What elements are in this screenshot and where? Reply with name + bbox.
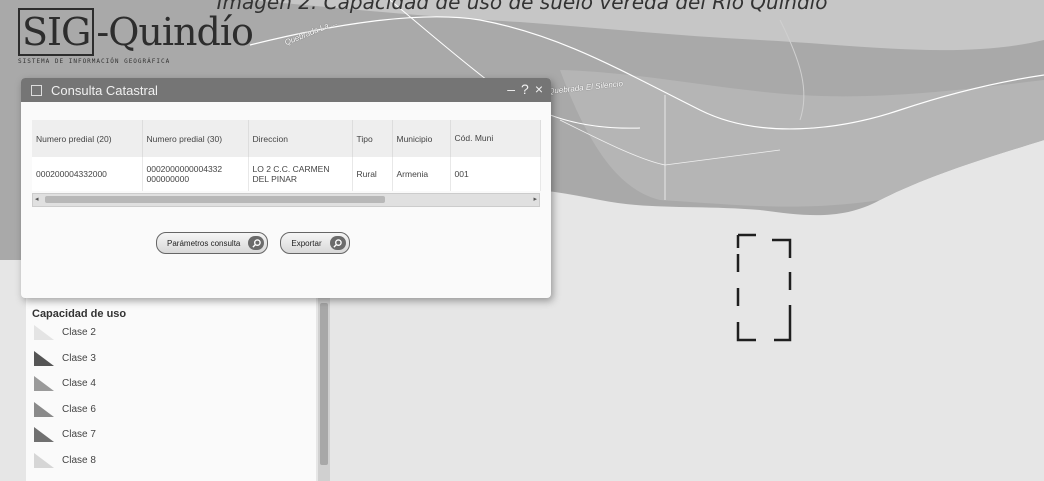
dialog-buttons: Parámetros consulta Exportar: [156, 232, 350, 254]
cell-line: 0002000000004332: [146, 164, 223, 174]
swatch-shape: [34, 350, 54, 366]
legend-item[interactable]: Clase 4: [34, 371, 316, 397]
legend-swatch-icon: [34, 401, 54, 417]
parametros-consulta-button[interactable]: Parámetros consulta: [156, 232, 269, 254]
legend-label: Clase 8: [62, 454, 96, 466]
cell-cod-muni: 001: [450, 157, 541, 191]
legend-label: Clase 4: [62, 378, 96, 390]
legend-label: Clase 6: [62, 403, 96, 415]
cell-line: 000000000: [146, 174, 190, 184]
table-row[interactable]: 000200004332000 0002000000004332 0000000…: [32, 157, 541, 191]
legend-item[interactable]: Clase 2: [34, 320, 316, 346]
cell-direccion: LO 2 C.C. CARMEN DEL PINAR: [248, 157, 353, 191]
results-table: Numero predial (20) Numero predial (30) …: [32, 120, 541, 191]
column-header[interactable]: Direccion: [248, 120, 353, 157]
dialog-controls: – ? ×: [507, 81, 543, 97]
swatch-shape: [34, 401, 54, 417]
scroll-left-icon[interactable]: ◂: [35, 194, 39, 206]
scrollbar-thumb[interactable]: [45, 196, 385, 203]
legend-swatch-icon: [34, 376, 54, 392]
logo-rest-text: -Quindío: [96, 10, 253, 54]
button-label: Parámetros consulta: [167, 238, 241, 248]
exportar-button[interactable]: Exportar: [280, 232, 350, 254]
cell-line: DEL PINAR: [252, 174, 298, 184]
sig-quindio-logo: SIG -Quindío SISTEMA DE INFORMACIÓN GEOGR…: [18, 8, 254, 72]
dialog-titlebar[interactable]: ▦ Consulta Catastral: [21, 78, 551, 102]
legend-item[interactable]: Clase 8: [34, 448, 316, 474]
grid-icon: ▦: [31, 84, 42, 96]
close-button[interactable]: ×: [535, 81, 543, 97]
button-label: Exportar: [291, 238, 322, 248]
legend-swatch-icon: [34, 452, 54, 468]
minimize-button[interactable]: –: [507, 81, 515, 97]
legend-swatch-icon: [34, 427, 54, 443]
table-header-row: Numero predial (20) Numero predial (30) …: [32, 120, 541, 157]
help-button[interactable]: ?: [521, 81, 529, 97]
scroll-right-icon[interactable]: ▸: [533, 194, 537, 206]
column-header[interactable]: Cód. Muni: [450, 120, 541, 157]
column-header[interactable]: Numero predial (30): [142, 120, 249, 157]
results-table-wrapper: Numero predial (20) Numero predial (30) …: [32, 120, 541, 207]
cell-numero-predial-30: 0002000000004332 000000000: [142, 157, 249, 191]
logo-boxed-text: SIG: [18, 8, 95, 56]
cell-tipo: Rural: [352, 157, 393, 191]
legend-label: Clase 3: [62, 352, 96, 364]
consulta-catastral-dialog: ▦ Consulta Catastral – ? × Numero predia…: [21, 78, 551, 298]
logo-wordmark: SIG -Quindío: [18, 8, 254, 56]
horizontal-scrollbar[interactable]: ◂ ▸: [32, 193, 540, 207]
swatch-shape: [34, 427, 54, 443]
search-icon: [329, 236, 346, 250]
logo-subtitle: SISTEMA DE INFORMACIÓN GEOGRÁFICA: [18, 58, 171, 65]
legend-panel: Capacidad de uso Clase 2 Clase 3 Clase 4…: [26, 298, 316, 481]
legend-label: Clase 2: [62, 327, 96, 339]
swatch-shape: [34, 376, 54, 392]
legend-item[interactable]: Clase 6: [34, 397, 316, 423]
column-header[interactable]: Numero predial (20): [32, 120, 143, 157]
swatch-shape: [34, 325, 54, 341]
search-icon: [248, 236, 265, 250]
legend-item[interactable]: Clase 3: [34, 346, 316, 372]
figure-caption: Imagen 2. Capacidad de uso de suelo vere…: [216, 0, 828, 14]
column-header[interactable]: Tipo: [352, 120, 393, 157]
legend-label: Clase 7: [62, 429, 96, 441]
cell-numero-predial-20: 000200004332000: [32, 157, 143, 191]
scrollbar-thumb[interactable]: [320, 303, 328, 465]
legend-swatch-icon: [34, 325, 54, 341]
legend-item[interactable]: Clase 7: [34, 422, 316, 448]
legend-scrollbar[interactable]: [318, 298, 330, 481]
legend-swatch-icon: [34, 350, 54, 366]
cell-municipio: Armenia: [392, 157, 451, 191]
cell-line: LO 2 C.C. CARMEN: [252, 164, 330, 174]
legend-title: Capacidad de uso: [32, 308, 127, 320]
swatch-shape: [34, 452, 54, 468]
column-header[interactable]: Municipio: [392, 120, 451, 157]
dialog-title: Consulta Catastral: [51, 82, 158, 98]
